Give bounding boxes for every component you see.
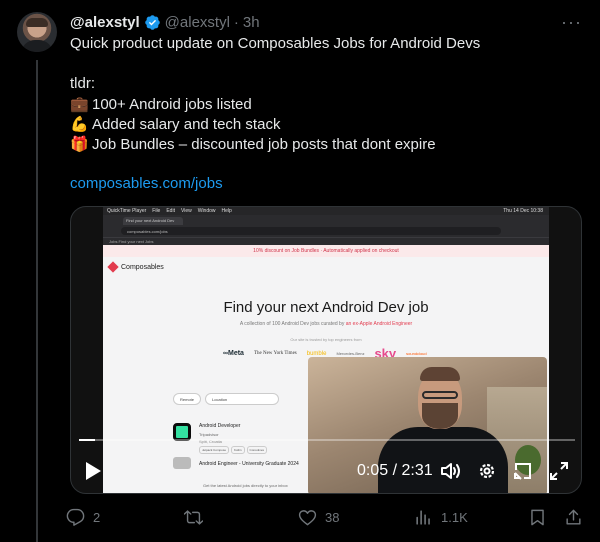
video-controls: 0:05 / 2:31 <box>71 453 581 489</box>
tweet-tldr: tldr: <box>70 75 96 92</box>
tweet-item-text: Added salary and tech stack <box>92 116 281 133</box>
browser-toolbar: Find your next Android Dev composables.c… <box>103 215 549 237</box>
reply-count: 2 <box>93 509 101 525</box>
site-subtitle: A collection of 100 Android Dev jobs cur… <box>239 321 413 327</box>
bookmark-button[interactable] <box>528 504 547 530</box>
site-title: Find your next Android Dev job <box>223 299 429 316</box>
browser-url: composables.com/jobs <box>121 227 501 235</box>
briefcase-icon: 💼 <box>70 95 89 113</box>
timestamp[interactable]: 3h <box>243 14 260 31</box>
picture-in-picture-icon[interactable] <box>511 459 535 483</box>
views-count: 1.1K <box>441 509 468 525</box>
video-time: 0:05 / 2:31 <box>357 462 433 479</box>
browser-bookmarks: Jobs Find your next Jobs <box>103 237 549 245</box>
tweet-intro: Quick product update on Composables Jobs… <box>70 35 481 52</box>
avatar[interactable] <box>17 12 57 52</box>
like-button[interactable]: 38 <box>298 504 339 530</box>
views-button[interactable]: 1.1K <box>414 504 468 530</box>
share-icon <box>566 509 581 525</box>
tweet-item-text: 100+ Android jobs listed <box>92 96 252 113</box>
tweet-item-text: Job Bundles – discounted job posts that … <box>92 136 436 153</box>
tweet-actions: 2 38 1.1K <box>66 504 586 530</box>
video-player[interactable]: QuickTime Player File Edit View Window Help T… <box>70 206 582 494</box>
bookmark-icon <box>531 509 544 525</box>
tweet-link[interactable]: composables.com/jobs <box>70 174 580 194</box>
reply-icon <box>66 508 85 526</box>
heart-icon <box>298 509 317 525</box>
composables-logo-icon <box>107 261 119 273</box>
job-filters: Remote Location <box>173 393 280 405</box>
retweet-icon <box>184 509 203 525</box>
settings-gear-icon[interactable] <box>475 459 499 483</box>
views-chart-icon <box>416 509 430 525</box>
avatar-hair <box>26 18 48 27</box>
share-button[interactable] <box>564 504 583 530</box>
thread-line <box>36 60 38 542</box>
filter-remote: Remote <box>173 393 202 405</box>
promo-banner: 10% discount on Job Bundles · Automatica… <box>103 245 549 257</box>
separator-dot: · <box>233 13 239 31</box>
avatar-shirt <box>21 40 53 52</box>
video-progress-track[interactable] <box>79 439 575 441</box>
tweet-list-item: 💪 Added salary and tech stack <box>70 114 580 134</box>
tweet-list-item: 🎁 Job Bundles – discounted job posts that… <box>70 134 580 154</box>
filter-location: Location <box>205 393 280 405</box>
display-name[interactable]: @alexstyl <box>70 14 140 31</box>
video-progress-fill <box>79 439 95 441</box>
gift-icon: 🎁 <box>70 135 89 153</box>
retweet-button[interactable] <box>184 504 211 530</box>
more-options-icon[interactable]: ··· <box>561 12 582 33</box>
user-handle[interactable]: @alexstyl <box>165 14 230 31</box>
trusted-text: Our site is trusted by top engineers fro… <box>290 337 362 342</box>
volume-icon[interactable] <box>439 459 463 483</box>
tweet-text: Quick product update on Composables Jobs… <box>70 34 580 194</box>
reply-button[interactable]: 2 <box>66 504 100 530</box>
like-count: 38 <box>325 509 340 525</box>
flexed-biceps-icon: 💪 <box>70 115 89 133</box>
browser-tab: Find your next Android Dev <box>123 217 183 225</box>
tweet-list-item: 💼 100+ Android jobs listed <box>70 94 580 114</box>
site-brand: Composables <box>107 261 164 273</box>
verified-badge-icon[interactable] <box>144 14 161 31</box>
mac-menubar: QuickTime Player File Edit View Window Help T… <box>103 207 549 215</box>
tweet-header: @alexstyl @alexstyl · 3h <box>70 12 260 32</box>
play-icon[interactable] <box>81 459 105 483</box>
fullscreen-icon[interactable] <box>547 459 571 483</box>
